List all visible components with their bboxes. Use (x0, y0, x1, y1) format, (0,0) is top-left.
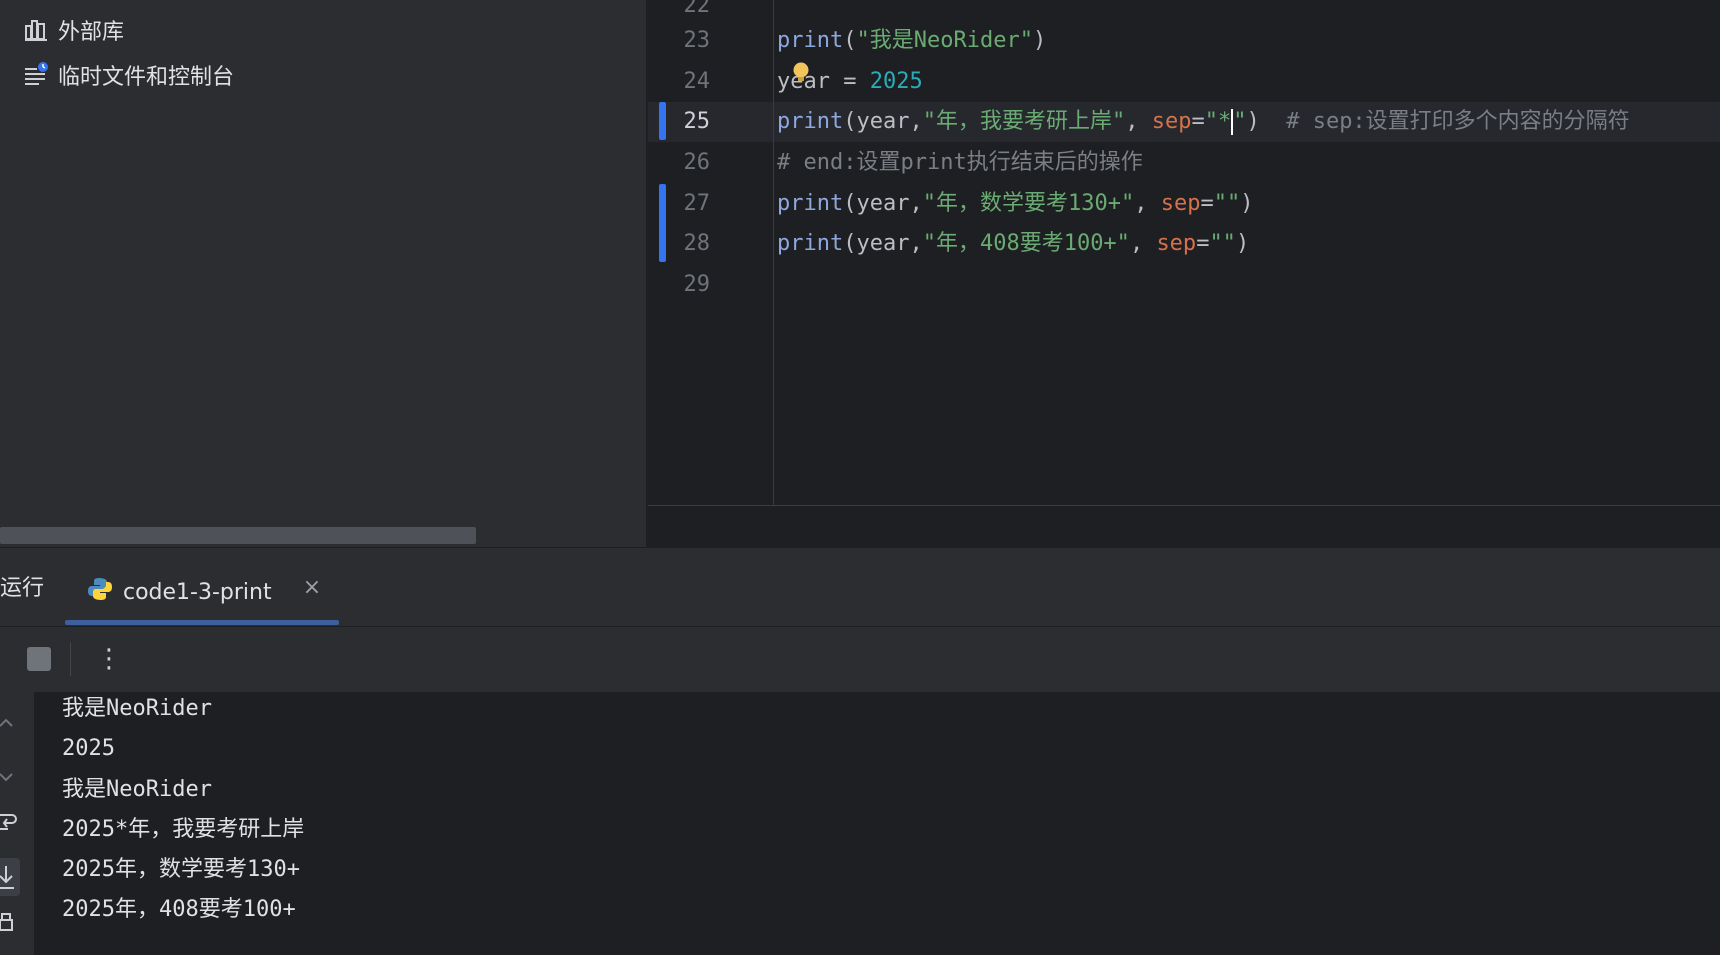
code-line-28[interactable]: print(year,"年，408要考100+", sep="") (777, 224, 1249, 264)
code-token-paren: ) (1032, 28, 1047, 53)
code-token-paren: ) (1246, 109, 1260, 134)
scroll-up-icon[interactable] (0, 714, 20, 744)
lightbulb-icon[interactable] (792, 62, 810, 84)
library-icon (22, 16, 50, 44)
run-window-title: 运行 (0, 576, 45, 601)
console-line: 2025年，408要考100+ (62, 897, 296, 922)
code-token-variable: year (856, 191, 910, 216)
line-number: 29 (683, 272, 711, 297)
code-token-comma: , (909, 191, 923, 216)
console-line: 2025 (62, 736, 115, 761)
code-token-paren: ) (1240, 191, 1254, 216)
line-number: 24 (683, 69, 711, 94)
change-marker[interactable] (659, 184, 666, 262)
editor-bottom-area (648, 505, 1720, 548)
tree-item-external-libraries[interactable]: 外部库 (22, 10, 124, 50)
code-token-operator: = (1196, 231, 1210, 256)
tree-item-label: 外部库 (58, 20, 125, 45)
stop-button[interactable] (27, 647, 51, 671)
code-token-variable: year (856, 109, 910, 134)
console-side-toolbar (0, 692, 34, 955)
code-token-function: print (777, 191, 844, 216)
run-tab-code1-3-print[interactable]: code1-3-print (65, 562, 339, 622)
code-token-string: " (1233, 109, 1247, 134)
soft-wrap-icon[interactable] (0, 807, 20, 837)
run-tab-label: code1-3-print (123, 579, 272, 605)
code-token-paren: ( (843, 28, 857, 53)
close-icon[interactable]: × (300, 576, 324, 600)
console-line: 我是NeoRider (62, 696, 212, 721)
code-token-string: "* (1204, 109, 1232, 134)
code-token-operator: = (1200, 191, 1214, 216)
code-token-comma: , (1129, 231, 1157, 256)
code-line-25[interactable]: print(year,"年，我要考研上岸", sep="*") # sep:设置… (777, 102, 1630, 142)
console-line: 2025*年，我要考研上岸 (62, 817, 305, 842)
code-token-operator: = (1191, 109, 1205, 134)
code-token-variable: year (856, 231, 910, 256)
code-token-string: "年，数学要考130+" (922, 191, 1135, 216)
code-token-comment: # end:设置print执行结束后的操作 (777, 150, 1143, 175)
code-token-function: print (777, 109, 844, 134)
active-tab-indicator (65, 620, 339, 625)
code-token-comma: , (1134, 191, 1161, 216)
line-number: 23 (683, 28, 711, 53)
scroll-to-end-icon (0, 866, 14, 889)
code-token-comma: , (909, 109, 923, 134)
tree-item-scratches[interactable]: 临时文件和控制台 (22, 55, 234, 95)
code-token-string: "" (1213, 191, 1241, 216)
code-token-comma: , (1125, 109, 1152, 134)
code-token-operator: = (829, 69, 870, 94)
scratches-icon (22, 61, 50, 89)
code-token-function: print (777, 28, 844, 53)
code-token-comma: , (909, 231, 923, 256)
code-token-paren: ( (843, 191, 857, 216)
print-icon[interactable] (0, 910, 20, 940)
gutter-separator (773, 0, 774, 505)
code-line-26[interactable]: # end:设置print执行结束后的操作 (777, 143, 1143, 183)
code-token-number: 2025 (869, 69, 923, 94)
run-toolbar (0, 626, 1720, 693)
code-token-string: "" (1209, 231, 1236, 256)
code-line-23[interactable]: print("我是NeoRider") (777, 21, 1046, 61)
code-token-paren: ( (843, 231, 857, 256)
horizontal-scrollbar[interactable] (0, 527, 476, 544)
scroll-to-end-button[interactable] (0, 858, 20, 896)
scroll-down-icon[interactable] (0, 762, 20, 792)
line-number-active: 25 (683, 109, 711, 134)
code-token-paren: ( (843, 109, 857, 134)
change-marker[interactable] (659, 102, 666, 140)
code-token-string: "年，408要考100+" (922, 231, 1130, 256)
code-token-paren: ) (1235, 231, 1250, 256)
ide-window: 外部库 临时文件和控制台 22 23 24 25 26 27 28 29 pri… (0, 0, 1720, 955)
code-token-parameter: sep (1151, 109, 1192, 134)
code-token-string: "我是NeoRider" (856, 28, 1033, 53)
project-panel: 外部库 临时文件和控制台 (0, 0, 646, 547)
line-number: 26 (683, 150, 711, 175)
code-token-string: "年，我要考研上岸" (922, 109, 1126, 134)
console-line: 我是NeoRider (62, 777, 212, 802)
line-number: 28 (683, 231, 711, 256)
code-token-function: print (777, 231, 844, 256)
code-token-comment: # sep:设置打印多个内容的分隔符 (1259, 109, 1630, 134)
console-line: 2025年，数学要考130+ (62, 857, 300, 882)
code-line-27[interactable]: print(year,"年，数学要考130+", sep="") (777, 184, 1253, 224)
toolbar-separator (70, 642, 71, 676)
line-number: 27 (683, 191, 711, 216)
tree-item-label: 临时文件和控制台 (58, 65, 235, 90)
more-options-icon[interactable]: ⋮ (96, 642, 122, 676)
code-token-parameter: sep (1160, 191, 1201, 216)
python-icon (87, 576, 113, 608)
code-token-parameter: sep (1156, 231, 1197, 256)
